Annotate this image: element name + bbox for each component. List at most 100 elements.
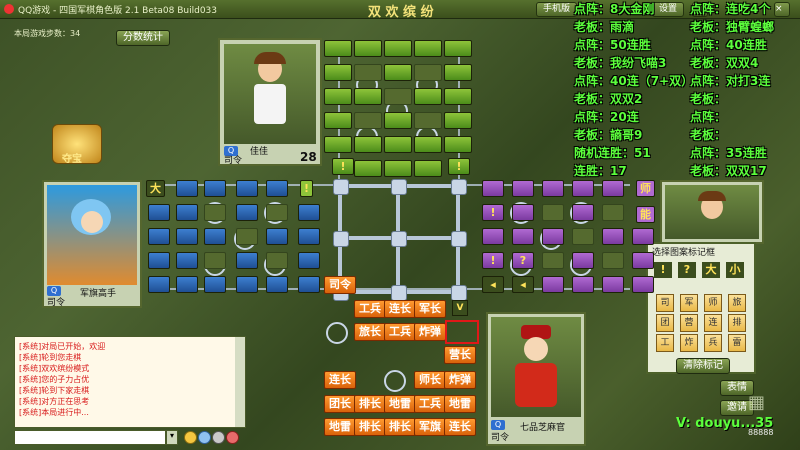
board-tile[interactable]	[204, 204, 226, 221]
board-tile[interactable]	[602, 204, 624, 221]
board-tile[interactable]	[542, 228, 564, 245]
board-node[interactable]	[451, 231, 467, 247]
board-tile[interactable]	[444, 64, 472, 81]
mark-rank-button[interactable]: 军	[680, 294, 698, 312]
board-tile[interactable]	[414, 40, 442, 57]
piece[interactable]: 营长	[444, 346, 476, 364]
board-tile[interactable]	[176, 252, 198, 269]
board-tile[interactable]	[148, 204, 170, 221]
board-tile[interactable]	[204, 228, 226, 245]
board-tile[interactable]	[176, 228, 198, 245]
piece[interactable]: 旅长	[354, 323, 386, 341]
board-tile[interactable]	[512, 228, 534, 245]
board-tile[interactable]	[298, 228, 320, 245]
flag-icon[interactable]	[212, 431, 225, 444]
piece-mark[interactable]: !	[448, 158, 470, 175]
board-tile[interactable]	[266, 276, 288, 293]
arrow-left-icon[interactable]: ◂	[482, 276, 504, 293]
clear-marks-button[interactable]: 清除标记	[676, 358, 730, 374]
board-tile[interactable]	[512, 180, 534, 197]
board-tile[interactable]	[414, 88, 442, 105]
mark-big-button[interactable]: 大	[702, 262, 720, 278]
board-tile[interactable]	[572, 276, 594, 293]
piece[interactable]: 排长	[354, 418, 386, 436]
board-tile[interactable]	[384, 88, 412, 105]
piece[interactable]: 连长	[384, 300, 416, 318]
board-tile[interactable]	[384, 112, 412, 129]
board-tile[interactable]	[602, 276, 624, 293]
mark-rank-button[interactable]: 兵	[704, 334, 722, 352]
piece-mark[interactable]: ?	[512, 252, 534, 269]
camp[interactable]	[384, 370, 406, 392]
chat-input[interactable]	[14, 430, 166, 445]
piece-mark-label[interactable]: 能	[636, 206, 655, 223]
mark-rank-button[interactable]: 旅	[728, 294, 746, 312]
piece-commander-left[interactable]: 司令	[324, 276, 356, 294]
board-tile[interactable]	[444, 40, 472, 57]
mark-rank-button[interactable]: 团	[656, 314, 674, 332]
mark-rank-button[interactable]: 排	[728, 314, 746, 332]
close-button[interactable]: ×	[774, 2, 790, 17]
board-tile[interactable]	[444, 88, 472, 105]
board-tile[interactable]	[266, 180, 288, 197]
board-tile[interactable]	[148, 252, 170, 269]
board-tile[interactable]	[148, 276, 170, 293]
board-tile[interactable]	[266, 252, 288, 269]
mark-rank-button[interactable]: 炸	[680, 334, 698, 352]
board-tile[interactable]	[204, 180, 226, 197]
piece[interactable]: 工兵	[354, 300, 386, 318]
board-tile[interactable]	[542, 276, 564, 293]
piece[interactable]: 军旗	[414, 418, 446, 436]
board-tile[interactable]	[298, 276, 320, 293]
board-tile[interactable]	[602, 180, 624, 197]
board-tile[interactable]	[572, 228, 594, 245]
bubble-icon[interactable]	[198, 431, 211, 444]
board-node[interactable]	[451, 285, 467, 301]
board-tile[interactable]	[298, 204, 320, 221]
piece[interactable]: 工兵	[414, 395, 446, 413]
board-tile[interactable]	[414, 64, 442, 81]
piece[interactable]: 地雷	[384, 395, 416, 413]
selected-cell[interactable]	[445, 320, 479, 344]
board-tile[interactable]	[176, 204, 198, 221]
arrow-left-icon[interactable]: ◂	[512, 276, 534, 293]
board-tile[interactable]	[444, 136, 472, 153]
board-tile[interactable]	[354, 40, 382, 57]
board-tile[interactable]	[572, 180, 594, 197]
board-tile[interactable]	[414, 136, 442, 153]
piece[interactable]: 师长	[414, 371, 446, 389]
board-node[interactable]	[391, 285, 407, 301]
board-tile[interactable]	[414, 160, 442, 177]
board-tile[interactable]	[572, 204, 594, 221]
board-tile[interactable]	[354, 88, 382, 105]
board-tile[interactable]	[482, 180, 504, 197]
piece-mark[interactable]: !	[482, 252, 504, 269]
piece[interactable]: 地雷	[444, 395, 476, 413]
board-tile[interactable]	[384, 40, 412, 57]
board-tile[interactable]	[176, 180, 198, 197]
board-tile[interactable]	[148, 228, 170, 245]
board-tile[interactable]	[266, 228, 288, 245]
piece-mark-label[interactable]: 师	[636, 180, 655, 197]
piece[interactable]: 工兵	[384, 323, 416, 341]
board-tile[interactable]	[354, 64, 382, 81]
board-tile[interactable]	[602, 228, 624, 245]
mobile-button[interactable]: 手机版	[536, 2, 578, 17]
player-card-left[interactable]: Q 司令 军旗高手	[42, 180, 142, 308]
board-tile[interactable]	[632, 252, 654, 269]
camp[interactable]	[326, 322, 348, 344]
piece[interactable]: 炸弹	[414, 323, 446, 341]
settings-button[interactable]: 设置	[652, 2, 685, 17]
mark-rank-button[interactable]: 司	[656, 294, 674, 312]
chat-dropdown-icon[interactable]: ▾	[166, 430, 178, 445]
board-tile[interactable]	[324, 64, 352, 81]
board-tile[interactable]	[236, 180, 258, 197]
board-tile[interactable]	[542, 204, 564, 221]
piece[interactable]: 团长	[324, 395, 356, 413]
gift-icon[interactable]	[226, 431, 239, 444]
piece-mark[interactable]: !	[482, 204, 504, 221]
player-card-right[interactable]	[660, 180, 764, 244]
mark-rank-button[interactable]: 工	[656, 334, 674, 352]
board-tile[interactable]	[204, 276, 226, 293]
chat-scrollbar[interactable]	[235, 337, 245, 427]
